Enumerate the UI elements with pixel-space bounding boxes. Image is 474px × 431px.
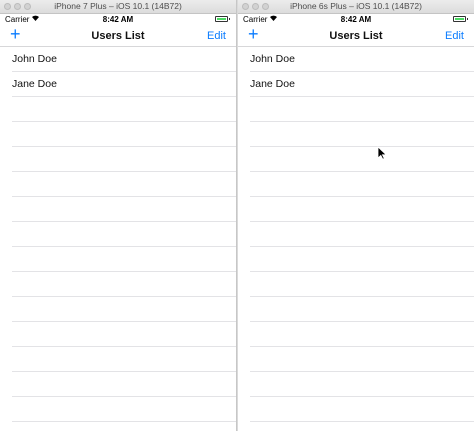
empty-row — [250, 247, 474, 272]
empty-row — [12, 272, 236, 297]
window-title: iPhone 6s Plus – iOS 10.1 (14B72) — [290, 1, 422, 11]
empty-row — [250, 372, 474, 397]
empty-row — [250, 397, 474, 422]
status-bar: Carrier 8:42 AM — [238, 14, 474, 26]
table-row[interactable]: Jane Doe — [250, 72, 474, 97]
user-name: John Doe — [250, 53, 295, 65]
empty-row — [12, 322, 236, 347]
empty-row — [12, 197, 236, 222]
empty-row — [250, 122, 474, 147]
users-table: John Doe Jane Doe — [238, 47, 474, 422]
window-titlebar[interactable]: iPhone 7 Plus – iOS 10.1 (14B72) — [0, 0, 236, 14]
cursor-icon — [377, 146, 387, 160]
empty-row — [12, 297, 236, 322]
empty-row — [250, 197, 474, 222]
user-name: John Doe — [12, 53, 57, 65]
navigation-bar: + Users List Edit — [238, 24, 474, 47]
user-name: Jane Doe — [250, 78, 295, 90]
status-bar: Carrier 8:42 AM — [0, 14, 236, 26]
empty-row — [250, 297, 474, 322]
users-table: John Doe Jane Doe — [0, 47, 236, 422]
empty-row — [250, 272, 474, 297]
window-title: iPhone 7 Plus – iOS 10.1 (14B72) — [54, 1, 182, 11]
page-title: Users List — [91, 30, 145, 42]
status-time: 8:42 AM — [102, 15, 134, 24]
empty-row — [12, 122, 236, 147]
battery-icon — [215, 16, 230, 22]
empty-row — [250, 147, 474, 172]
empty-row — [12, 397, 236, 422]
empty-row — [12, 97, 236, 122]
table-row[interactable]: John Doe — [12, 47, 236, 72]
empty-row — [250, 222, 474, 247]
page-title: Users List — [329, 30, 383, 42]
empty-row — [250, 97, 474, 122]
empty-row — [12, 147, 236, 172]
empty-row — [12, 347, 236, 372]
empty-row — [250, 172, 474, 197]
status-time: 8:42 AM — [340, 15, 372, 24]
empty-row — [12, 247, 236, 272]
battery-icon — [453, 16, 468, 22]
navigation-bar: + Users List Edit — [0, 24, 236, 47]
empty-row — [250, 347, 474, 372]
empty-row — [12, 172, 236, 197]
empty-row — [12, 372, 236, 397]
empty-row — [250, 322, 474, 347]
edit-button[interactable]: Edit — [445, 30, 464, 42]
user-name: Jane Doe — [12, 78, 57, 90]
simulator-window-iphone-6s-plus: iPhone 6s Plus – iOS 10.1 (14B72) Carrie… — [238, 0, 474, 431]
table-row[interactable]: John Doe — [250, 47, 474, 72]
table-row[interactable]: Jane Doe — [12, 72, 236, 97]
empty-row — [12, 222, 236, 247]
simulator-window-iphone-7-plus: iPhone 7 Plus – iOS 10.1 (14B72) Carrier… — [0, 0, 236, 431]
edit-button[interactable]: Edit — [207, 30, 226, 42]
window-titlebar[interactable]: iPhone 6s Plus – iOS 10.1 (14B72) — [238, 0, 474, 14]
